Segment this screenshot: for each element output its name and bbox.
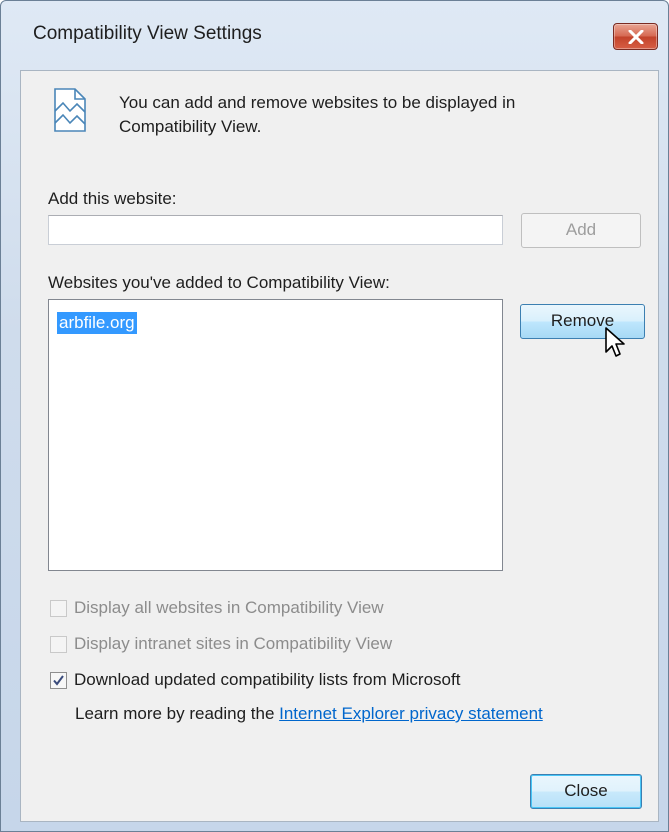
download-lists-label: Download updated compatibility lists fro… (74, 670, 461, 689)
display-intranet-checkbox[interactable] (50, 636, 67, 653)
add-website-label: Add this website: (48, 189, 177, 208)
learn-more-text: Learn more by reading the Internet Explo… (75, 704, 543, 724)
close-button[interactable]: Close (530, 774, 642, 809)
title-bar[interactable]: Compatibility View Settings (1, 1, 668, 69)
mouse-cursor-icon (605, 327, 625, 357)
display-intranet-label: Display intranet sites in Compatibility … (74, 634, 393, 653)
close-x-icon (628, 30, 644, 44)
window-title: Compatibility View Settings (33, 23, 262, 44)
checkmark-icon (53, 675, 64, 686)
download-lists-checkbox[interactable] (50, 672, 67, 689)
added-websites-label: Websites you've added to Compatibility V… (48, 273, 390, 292)
websites-listbox[interactable]: arbfile.org (48, 299, 503, 571)
add-website-input[interactable] (48, 215, 503, 245)
intro-text: You can add and remove websites to be di… (119, 93, 516, 136)
list-item[interactable]: arbfile.org (57, 312, 137, 334)
remove-button[interactable]: Remove (520, 304, 645, 339)
display-all-checkbox[interactable] (50, 600, 67, 617)
add-button[interactable]: Add (521, 213, 641, 248)
display-all-label: Display all websites in Compatibility Vi… (74, 598, 384, 617)
dialog-content: You can add and remove websites to be di… (20, 70, 659, 822)
broken-page-icon (54, 88, 86, 132)
privacy-statement-link[interactable]: Internet Explorer privacy statement (279, 704, 543, 723)
close-x-button[interactable] (613, 23, 658, 50)
learn-more-prefix: Learn more by reading the (75, 704, 280, 723)
